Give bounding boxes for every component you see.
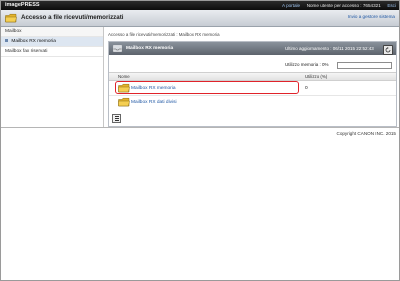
mailbox-folder-icon [5,13,17,23]
top-bar: imagePRESS A portale Nome utente per acc… [1,1,399,10]
memory-usage-label: Utilizzo memoria : 0% [285,62,329,67]
bullet-icon [5,39,8,43]
copyright-text: Copyright CANON INC. 2015 [336,131,397,136]
table-row[interactable]: Mailbox RX dati divisi [109,95,396,108]
sidebar-item-label: Mailbox [5,29,22,34]
user-label: Nome utente per accesso : 7654321 [306,2,381,8]
portal-link[interactable]: A portale [282,3,300,8]
column-name-header: Nome [118,74,130,79]
mailbox-folder-icon [118,97,130,107]
breadcrumb: Accesso a file ricevuti/memorizzati : Ma… [108,32,220,37]
send-to-admin-link[interactable]: Invio a gestore sistema [348,14,395,19]
inbox-icon [113,45,122,52]
sidebar-item-mailbox[interactable]: Mailbox [1,27,103,37]
table-header: Nome Utilizzo (%) [109,72,396,81]
sidebar-item-rx-memory[interactable]: Mailbox RX memoria [1,37,103,47]
usage-value: 0 [305,85,308,91]
sidebar-item-label: Mailbox RX memoria [11,39,56,44]
refresh-icon [385,46,391,52]
main-content: Accesso a file ricevuti/memorizzati : Ma… [105,27,398,127]
column-usage-header: Utilizzo (%) [305,74,328,79]
sidebar: Mailbox Mailbox RX memoria Mailbox fax r… [1,27,104,127]
brand-logo: imagePRESS [5,2,40,8]
refresh-button[interactable] [383,44,393,55]
exit-link[interactable]: Esci [387,3,396,8]
memory-usage-row: Utilizzo memoria : 0% [109,61,396,69]
divider [1,127,399,128]
top-right-area: A portale Nome utente per accesso : 7654… [282,3,396,8]
page-title: Accesso a file ricevuti/memorizzati [21,14,124,21]
memory-usage-bar [337,61,392,69]
mailbox-rx-divided-link[interactable]: Mailbox RX dati divisi [131,100,177,105]
sidebar-item-label: Mailbox fax riservati [5,49,48,54]
mailbox-panel: Mailbox RX memoria Ultimo aggiornamento … [108,41,397,127]
app-window: imagePRESS A portale Nome utente per acc… [0,0,400,281]
last-update-text: Ultimo aggiornamento : 06/11 2015 22:52:… [285,46,374,51]
sidebar-item-confidential-fax[interactable]: Mailbox fax riservati [1,47,103,57]
panel-title: Mailbox RX memoria [126,46,174,51]
title-bar: Accesso a file ricevuti/memorizzati Invi… [1,10,399,27]
list-page-button[interactable] [112,114,121,123]
panel-header: Mailbox RX memoria Ultimo aggiornamento … [109,42,396,55]
selection-highlight [115,81,299,94]
